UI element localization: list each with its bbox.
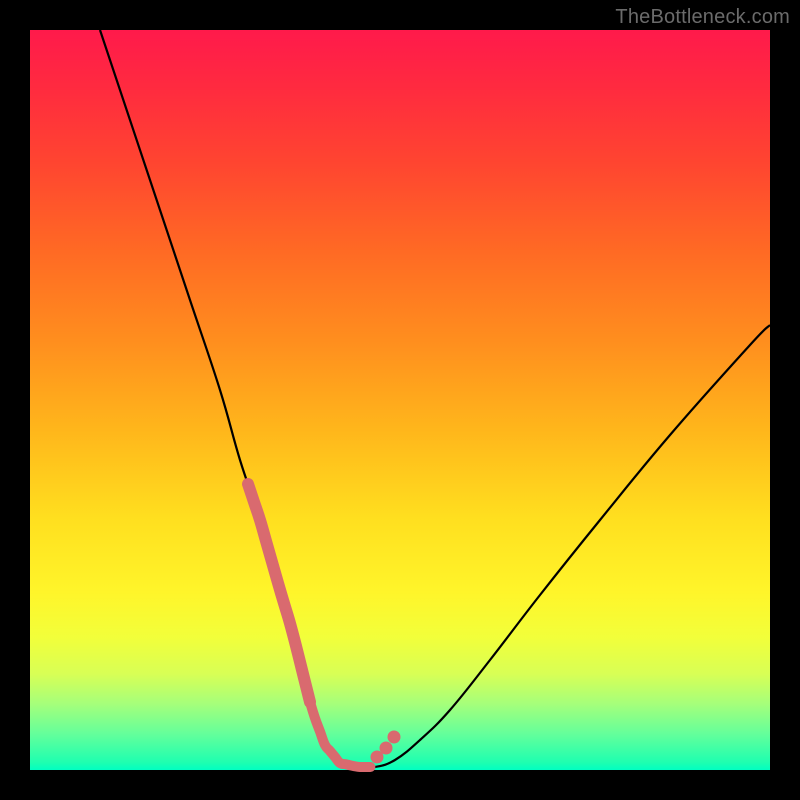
highlight-descending	[248, 484, 310, 702]
bottleneck-curve	[100, 30, 770, 768]
curve-svg	[30, 30, 770, 770]
highlight-flat	[310, 702, 370, 767]
watermark-text: TheBottleneck.com	[615, 6, 790, 29]
highlight-dot	[380, 742, 393, 755]
plot-area	[30, 30, 770, 770]
highlight-dot	[388, 731, 401, 744]
chart-canvas: TheBottleneck.com	[0, 0, 800, 800]
